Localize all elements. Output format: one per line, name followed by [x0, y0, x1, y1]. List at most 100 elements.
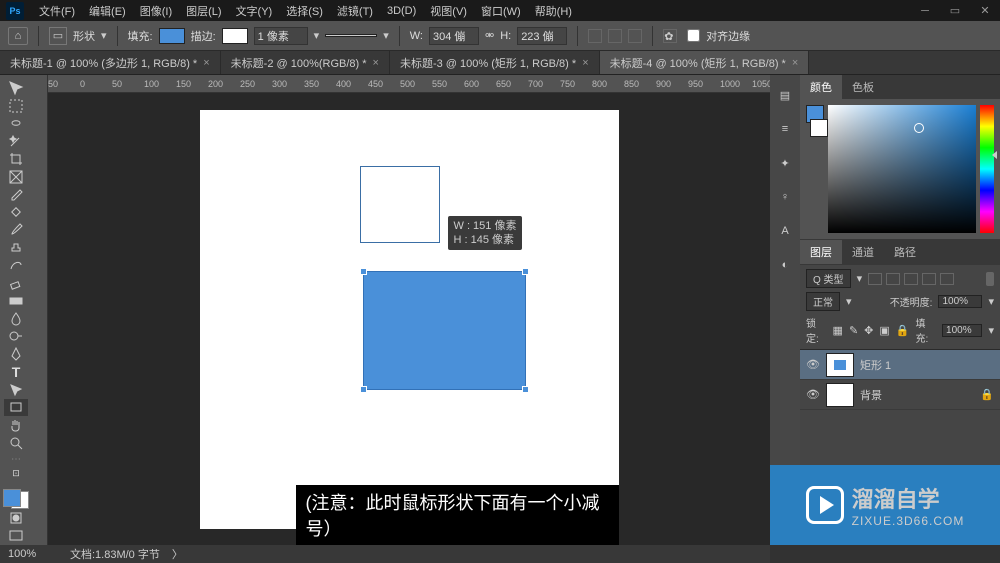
- dodge-tool[interactable]: [4, 328, 28, 346]
- zoom-tool[interactable]: [4, 434, 28, 452]
- close-icon[interactable]: ×: [792, 57, 798, 69]
- foreground-color-swatch[interactable]: [3, 489, 21, 507]
- layer-row-rect1[interactable]: 👁 矩形 1: [800, 350, 1000, 380]
- tab-color[interactable]: 颜色: [800, 75, 842, 99]
- shape-mode-label[interactable]: 形状: [73, 28, 95, 44]
- stroke-style[interactable]: [325, 34, 377, 37]
- screenmode-tool[interactable]: [4, 527, 28, 545]
- color-swatches[interactable]: [3, 489, 29, 510]
- resize-handle[interactable]: [522, 268, 529, 275]
- frame-tool[interactable]: [4, 168, 28, 186]
- canvas-area[interactable]: 5005010015020025030035040045050055060065…: [32, 75, 770, 545]
- stamp-tool[interactable]: [4, 239, 28, 257]
- doc-tab-2[interactable]: 未标题-2 @ 100%(RGB/8) *×: [221, 51, 390, 74]
- hue-slider[interactable]: [980, 105, 994, 233]
- info-panel-icon[interactable]: ♀: [775, 187, 795, 207]
- layer-row-background[interactable]: 👁 背景 🔒: [800, 380, 1000, 410]
- tab-channels[interactable]: 通道: [842, 240, 884, 264]
- document-info[interactable]: 文档:1.83M/0 字节: [70, 546, 160, 562]
- minimize-button[interactable]: ─: [910, 0, 940, 21]
- eraser-tool[interactable]: [4, 274, 28, 292]
- home-icon[interactable]: ⌂: [8, 27, 28, 45]
- type-tool[interactable]: T: [4, 363, 28, 381]
- doc-tab-4[interactable]: 未标题-4 @ 100% (矩形 1, RGB/8) *×: [600, 51, 810, 74]
- menu-view[interactable]: 视图(V): [423, 0, 474, 22]
- paragraph-panel-icon[interactable]: ◐: [775, 255, 795, 275]
- fill-input[interactable]: 100%: [942, 324, 982, 337]
- menu-file[interactable]: 文件(F): [32, 0, 82, 22]
- tab-layers[interactable]: 图层: [800, 240, 842, 264]
- lasso-tool[interactable]: [4, 115, 28, 133]
- actions-panel-icon[interactable]: A: [775, 221, 795, 241]
- tab-paths[interactable]: 路径: [884, 240, 926, 264]
- menu-3d[interactable]: 3D(D): [380, 2, 423, 20]
- hand-tool[interactable]: [4, 416, 28, 434]
- path-select-tool[interactable]: [4, 381, 28, 399]
- doc-tab-3[interactable]: 未标题-3 @ 100% (矩形 1, RGB/8) *×: [390, 51, 600, 74]
- lock-nest-icon[interactable]: ▣: [879, 324, 889, 337]
- width-input[interactable]: [429, 27, 479, 45]
- lock-all-icon[interactable]: 🔒: [896, 324, 910, 337]
- close-icon[interactable]: ×: [373, 57, 379, 69]
- stroke-swatch[interactable]: [222, 28, 248, 44]
- align-edges-checkbox[interactable]: [687, 29, 700, 42]
- gradient-tool[interactable]: [4, 292, 28, 310]
- lock-pos-icon[interactable]: ✥: [864, 324, 873, 337]
- drawing-outline-rect[interactable]: [360, 166, 440, 243]
- filter-smart-icon[interactable]: [940, 273, 954, 285]
- layer-name[interactable]: 背景: [860, 387, 882, 403]
- close-button[interactable]: ✕: [970, 0, 1000, 21]
- tool-preset-icon[interactable]: ▭: [49, 27, 67, 45]
- properties-panel-icon[interactable]: ≡: [775, 119, 795, 139]
- path-ops-icon[interactable]: [588, 29, 602, 43]
- pen-tool[interactable]: [4, 345, 28, 363]
- brush-tool[interactable]: [4, 221, 28, 239]
- eyedropper-tool[interactable]: [4, 186, 28, 204]
- marquee-tool[interactable]: [4, 97, 28, 115]
- restore-button[interactable]: ▭: [940, 0, 970, 21]
- layer-thumbnail[interactable]: [826, 383, 854, 407]
- filter-shape-icon[interactable]: [922, 273, 936, 285]
- align-icon[interactable]: [608, 29, 622, 43]
- menu-layer[interactable]: 图层(L): [179, 0, 228, 22]
- stroke-width-input[interactable]: [254, 27, 308, 45]
- status-arrow[interactable]: 〉: [172, 546, 183, 562]
- filter-toggle[interactable]: [986, 272, 994, 286]
- close-icon[interactable]: ×: [582, 57, 588, 69]
- menu-type[interactable]: 文字(Y): [229, 0, 280, 22]
- visibility-icon[interactable]: 👁: [806, 388, 820, 401]
- tab-swatches[interactable]: 色板: [842, 75, 884, 99]
- edit-toolbar[interactable]: ⊡: [4, 465, 28, 483]
- filter-adjust-icon[interactable]: [886, 273, 900, 285]
- crop-tool[interactable]: [4, 150, 28, 168]
- visibility-icon[interactable]: 👁: [806, 358, 820, 371]
- hue-handle[interactable]: [992, 151, 997, 159]
- filter-pixel-icon[interactable]: [868, 273, 882, 285]
- zoom-level[interactable]: 100%: [8, 548, 58, 560]
- heal-tool[interactable]: [4, 203, 28, 221]
- layer-thumbnail[interactable]: [826, 353, 854, 377]
- blur-tool[interactable]: [4, 310, 28, 328]
- rectangle-tool[interactable]: [4, 399, 28, 417]
- menu-select[interactable]: 选择(S): [279, 0, 330, 22]
- resize-handle[interactable]: [522, 386, 529, 393]
- bg-sample[interactable]: [810, 119, 828, 137]
- doc-tab-1[interactable]: 未标题-1 @ 100% (多边形 1, RGB/8) *×: [0, 51, 221, 74]
- color-picker[interactable]: [800, 99, 1000, 239]
- shape-rectangle-1[interactable]: [363, 271, 526, 390]
- menu-help[interactable]: 帮助(H): [528, 0, 579, 22]
- opacity-input[interactable]: 100%: [938, 295, 982, 308]
- resize-handle[interactable]: [360, 268, 367, 275]
- artboard[interactable]: W : 151 像素 H : 145 像素 (注意：此时鼠标形状下面有一个小减号…: [200, 110, 619, 529]
- menu-filter[interactable]: 滤镜(T): [330, 0, 380, 22]
- close-icon[interactable]: ×: [203, 57, 209, 69]
- height-input[interactable]: [517, 27, 567, 45]
- quickmask-tool[interactable]: [4, 509, 28, 527]
- saturation-brightness-field[interactable]: [828, 105, 976, 233]
- picker-cursor[interactable]: [914, 123, 924, 133]
- link-icon[interactable]: ⚮: [485, 29, 494, 42]
- layer-name[interactable]: 矩形 1: [860, 357, 891, 373]
- blend-mode-select[interactable]: 正常: [806, 292, 840, 311]
- arrange-icon[interactable]: [628, 29, 642, 43]
- wand-tool[interactable]: [4, 132, 28, 150]
